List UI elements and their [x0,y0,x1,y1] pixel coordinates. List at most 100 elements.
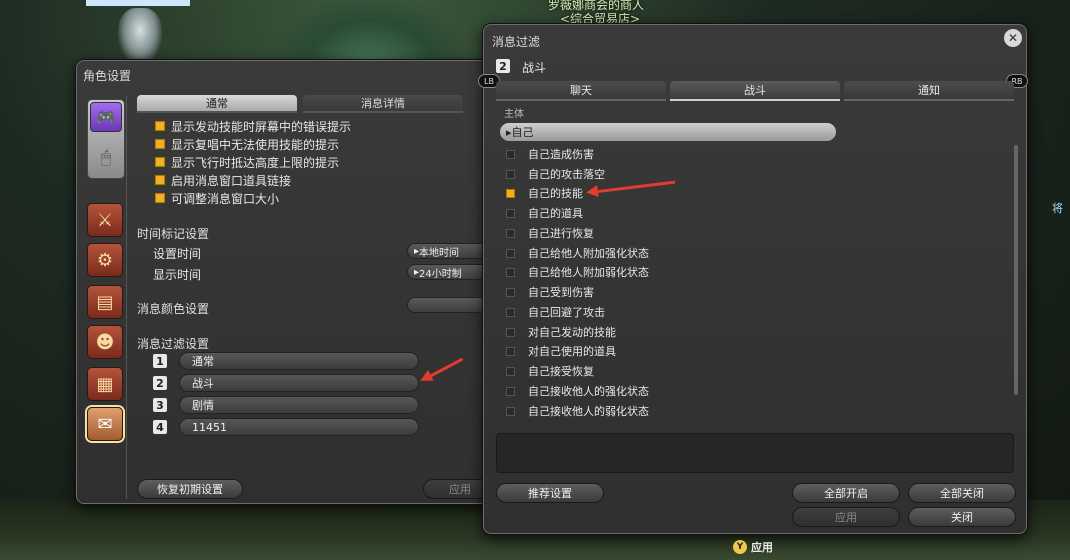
display-time-value: 24小时制 [419,268,462,280]
list-item[interactable]: 自己接收他人的强化状态 [506,382,649,400]
list-item-label: 对自己使用的道具 [528,345,616,358]
description-area [496,433,1014,473]
character-settings-window: 角色设置 🎮 🖱 ⚔ ⚙ ▤ ☻ ▦ ✉ 通常 消息详情 显示发动技能时屏幕中的… [76,60,497,504]
tab-general[interactable]: 通常 [137,95,297,113]
checkbox[interactable] [155,139,165,149]
checkbox[interactable] [155,157,165,167]
filter-section-heading: 消息过滤设置 [137,337,210,351]
checkbox-row[interactable]: 启用消息窗口道具链接 [155,172,291,188]
message-filter-window: 消息过滤 ✕ 2 战斗 LB RB 聊天 战斗 通知 主体 ▸ 自己 自己造成伤… [478,24,1028,534]
item-settings-icon[interactable]: ⚙ [87,243,123,277]
list-item[interactable]: 自己的攻击落空 [506,165,605,183]
list-item[interactable]: 对自己发动的技能 [506,323,616,341]
enable-all-button[interactable]: 全部开启 [792,483,900,503]
checkbox[interactable] [506,248,515,258]
y-button-icon: Y [733,540,747,554]
list-item-label: 自己造成伤害 [528,148,594,161]
checkbox[interactable] [506,149,515,159]
gamepad-icon[interactable]: 🎮 [90,102,122,132]
checkbox[interactable] [506,208,515,218]
color-section-heading: 消息颜色设置 [137,302,210,316]
list-item[interactable]: 自己接受恢复 [506,362,594,380]
list-scrollbar[interactable] [1014,145,1018,395]
checkbox[interactable] [155,121,165,131]
list-item[interactable]: 自己造成伤害 [506,145,594,163]
close-button[interactable]: 关闭 [908,507,1016,527]
checkbox-label: 显示飞行时抵达高度上限的提示 [171,155,340,170]
pattern-settings-icon[interactable]: ▦ [87,367,123,401]
list-item-label: 对自己发动的技能 [528,326,616,339]
list-item-label: 自己给他人附加强化状态 [528,247,649,260]
timestamp-section-heading: 时间标记设置 [137,227,210,241]
apply-hint-label: 应用 [751,541,773,554]
reset-defaults-button[interactable]: 恢复初期设置 [137,479,243,499]
checkbox-row[interactable]: 显示发动技能时屏幕中的错误提示 [155,118,351,134]
checkbox[interactable] [506,366,515,376]
input-mode-group: 🎮 🖱 [87,99,125,179]
list-item-label: 自己的技能 [528,187,583,200]
chat-log-icon[interactable]: ✉ [87,407,123,441]
checkbox-row[interactable]: 显示复唱中无法使用技能的提示 [155,136,339,152]
checkbox[interactable] [506,267,515,277]
checkbox[interactable] [506,188,515,198]
list-item[interactable]: 自己的道具 [506,204,583,222]
list-item[interactable]: 自己进行恢复 [506,224,594,242]
tab-notification[interactable]: 通知 [844,81,1014,101]
list-item[interactable]: 自己受到伤害 [506,283,594,301]
tab-message-details[interactable]: 消息详情 [303,95,463,113]
filter-2-button[interactable]: 战斗 [179,374,419,392]
list-item-label: 自己的攻击落空 [528,168,605,181]
tab-battle[interactable]: 战斗 [670,81,840,101]
list-item[interactable]: 自己的技能 [506,184,583,202]
checkbox[interactable] [506,386,515,396]
filter-number-badge: 4 [153,420,167,434]
mouse-icon[interactable]: 🖱 [90,140,122,174]
list-item-label: 自己的道具 [528,207,583,220]
filter-1-button[interactable]: 通常 [179,352,419,370]
list-item-label: 自己接收他人的强化状态 [528,385,649,398]
checkbox[interactable] [506,346,515,356]
list-item[interactable]: 自己给他人附加强化状态 [506,244,649,262]
list-item[interactable]: 自己回避了攻击 [506,303,605,321]
checkbox[interactable] [506,307,515,317]
close-icon[interactable]: ✕ [1004,29,1022,47]
checkbox[interactable] [155,175,165,185]
checkbox[interactable] [506,228,515,238]
checkbox-label: 显示复唱中无法使用技能的提示 [171,137,340,152]
battle-settings-icon[interactable]: ⚔ [87,203,123,237]
recommend-settings-button[interactable]: 推荐设置 [496,483,604,503]
card-settings-icon[interactable]: ▤ [87,285,123,319]
subject-value: 自己 [511,126,534,139]
checkbox-row[interactable]: 可调整消息窗口大小 [155,190,279,206]
checkbox-label: 启用消息窗口道具链接 [171,173,292,188]
disable-all-button[interactable]: 全部关闭 [908,483,1016,503]
background-character [118,8,162,64]
filter-name: 战斗 [522,61,547,75]
list-item-label: 自己进行恢复 [528,227,594,240]
filter-3-button[interactable]: 剧情 [179,396,419,414]
checkbox[interactable] [506,169,515,179]
subject-dropdown[interactable]: ▸ 自己 [500,123,836,141]
tab-chat[interactable]: 聊天 [496,81,666,101]
checkbox[interactable] [506,287,515,297]
list-item-label: 自己回避了攻击 [528,306,605,319]
list-item[interactable]: 对自己使用的道具 [506,342,616,360]
set-time-value: 本地时间 [419,247,460,259]
list-item[interactable]: 自己给他人附加弱化状态 [506,263,649,281]
background-label: 将 [1052,202,1063,215]
character-info-icon[interactable]: ☻ [87,325,123,359]
window-title: 角色设置 [83,69,132,83]
checkbox[interactable] [155,193,165,203]
list-item-label: 自己给他人附加弱化状态 [528,266,649,279]
checkbox-label: 可调整消息窗口大小 [171,191,280,206]
checkbox-row[interactable]: 显示飞行时抵达高度上限的提示 [155,154,339,170]
category-sidebar: 🎮 🖱 ⚔ ⚙ ▤ ☻ ▦ ✉ [81,95,127,499]
apply-hint[interactable]: Y 应用 [733,538,773,556]
apply-button[interactable]: 应用 [792,507,900,527]
filter-4-button[interactable]: 11451 [179,418,419,436]
list-item-label: 自己接收他人的弱化状态 [528,405,649,418]
list-item[interactable]: 自己接收他人的弱化状态 [506,402,649,420]
list-item-label: 自己接受恢复 [528,365,594,378]
checkbox[interactable] [506,406,515,416]
checkbox[interactable] [506,327,515,337]
